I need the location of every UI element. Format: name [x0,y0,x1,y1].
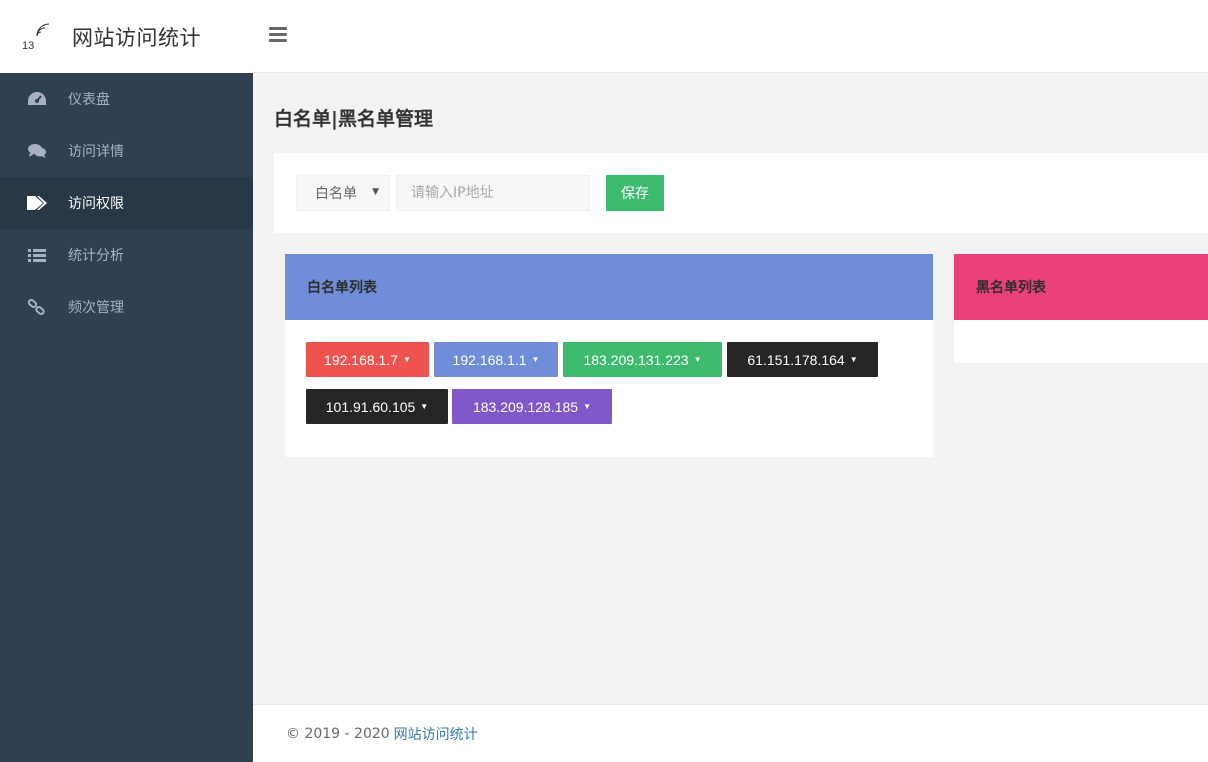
footer-link[interactable]: 网站访问统计 [394,724,478,744]
ip-tag[interactable]: 192.168.1.1 ▼ [434,342,558,377]
footer: © 2019 - 2020 网站访问统计 [253,704,1208,762]
ip-tag-label: 192.168.1.7 [324,351,399,368]
caret-down-icon: ▼ [583,402,592,411]
caret-down-icon: ▼ [372,187,379,197]
footer-copyright: © 2019 - 2020 [286,725,390,742]
top-navbar [253,0,1208,73]
sidebar: 13 网站访问统计 仪表盘 访问详情 访问权限 统计分析 频次管理 [0,0,253,762]
page-title: 白名单|黑名单管理 [274,108,433,130]
caret-down-icon: ▼ [693,355,702,364]
ip-tag[interactable]: 183.209.128.185 ▼ [452,389,612,424]
sidebar-item-dashboard[interactable]: 仪表盘 [0,73,253,125]
caret-down-icon: ▼ [531,355,540,364]
ip-tag-label: 183.209.131.223 [583,351,689,368]
whitelist-header: 白名单列表 [285,254,933,320]
menu-toggle-icon[interactable] [269,27,287,43]
blacklist-panel: 黑名单列表 [954,254,1208,363]
blacklist-title: 黑名单列表 [976,280,1046,296]
whitelist-panel: 白名单列表 192.168.1.7 ▼ 192.168.1.1 ▼ 183.209.… [285,254,933,457]
ip-tag[interactable]: 101.91.60.105 ▼ [306,389,448,424]
list-type-value: 白名单 [315,186,357,202]
sidebar-nav: 仪表盘 访问详情 访问权限 统计分析 频次管理 [0,73,253,333]
ip-tag-label: 61.151.178.164 [747,351,845,368]
ip-tag[interactable]: 183.209.131.223 ▼ [563,342,722,377]
sidebar-item-label: 仪表盘 [68,92,110,108]
sidebar-item-label: 访问详情 [68,144,124,160]
sidebar-item-label: 统计分析 [68,248,124,264]
ip-tag[interactable]: 61.151.178.164 ▼ [727,342,878,377]
comments-icon [26,142,48,160]
sidebar-item-statistics[interactable]: 统计分析 [0,229,253,281]
ip-tag-label: 101.91.60.105 [325,398,416,415]
sidebar-item-label: 频次管理 [68,300,124,316]
caret-down-icon: ▼ [849,355,858,364]
brand-logo: 13 [22,22,54,52]
sidebar-item-visit-details[interactable]: 访问详情 [0,125,253,177]
ip-tag[interactable]: 192.168.1.7 ▼ [306,342,429,377]
caret-down-icon: ▼ [403,355,411,364]
caret-down-icon: ▼ [420,402,429,411]
whitelist-title: 白名单列表 [307,280,377,296]
sidebar-item-frequency[interactable]: 频次管理 [0,281,253,333]
ip-tag-label: 192.168.1.1 [452,351,527,368]
ip-tag-label: 183.209.128.185 [472,398,579,415]
link-icon [26,298,48,316]
brand-logo-number: 13 [22,39,35,52]
signal-icon [36,23,50,36]
brand-title: 网站访问统计 [72,25,201,50]
save-button[interactable]: 保存 [606,175,664,211]
brand[interactable]: 13 网站访问统计 [0,0,253,73]
blacklist-header: 黑名单列表 [954,254,1208,320]
tags-icon [26,194,48,212]
ip-form: 白名单 ▼ 保存 [274,153,1208,233]
sidebar-item-access-permission[interactable]: 访问权限 [0,177,253,229]
list-type-select[interactable]: 白名单 ▼ [296,175,390,211]
dashboard-icon [26,90,48,108]
list-icon [26,246,48,264]
ip-input[interactable] [396,175,590,211]
sidebar-item-label: 访问权限 [68,196,124,212]
